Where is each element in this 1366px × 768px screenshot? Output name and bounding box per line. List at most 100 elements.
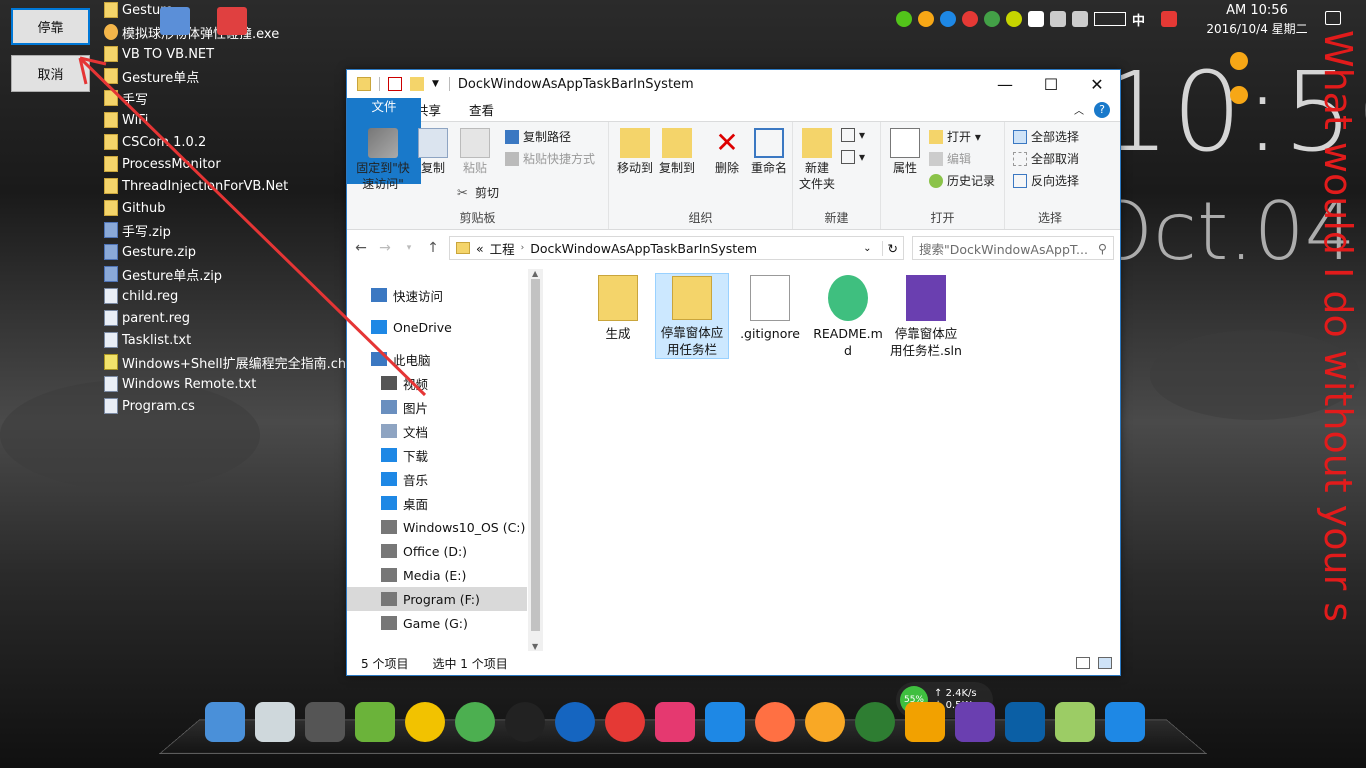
file-item[interactable]: 停靠窗体应用任务栏 [655,273,729,359]
computer-icon[interactable] [205,702,245,742]
desktop-item[interactable]: parent.reg [104,307,190,329]
shield-icon[interactable] [984,11,1000,27]
collapse-ribbon-icon[interactable]: ︿ [1074,102,1084,117]
file-item[interactable]: 生成 [581,273,655,359]
details-view-icon[interactable] [1076,657,1090,669]
vs-icon[interactable] [955,702,995,742]
nav-item[interactable]: 此电脑 [347,347,527,371]
nav-item[interactable]: 下载 [347,443,527,467]
nav-item[interactable]: 文档 [347,419,527,443]
cat-icon[interactable] [655,702,695,742]
breadcrumb-item[interactable]: DockWindowAsAppTaskBarInSystem [530,241,757,256]
ie-icon[interactable] [455,702,495,742]
new-item-button[interactable]: ▾ [841,128,865,142]
nav-item[interactable]: 桌面 [347,491,527,515]
nav-item[interactable]: Game (G:) [347,611,527,635]
atom-icon[interactable] [855,702,895,742]
nav-item[interactable]: 音乐 [347,467,527,491]
360-icon[interactable] [405,702,445,742]
desktop-item[interactable]: 手写 [104,87,148,109]
notification-icon[interactable] [1325,11,1341,25]
desktop-app-icon[interactable] [160,7,190,35]
recent-dropdown-icon[interactable]: ▾ [401,243,417,253]
copy-to-button[interactable]: 复制到 [657,128,697,176]
nav-item[interactable]: Windows10_OS (C:) [347,515,527,539]
nav-item[interactable]: 图片 [347,395,527,419]
ps-icon[interactable] [1005,702,1045,742]
address-bar[interactable]: « 工程 › DockWindowAsAppTaskBarInSystem ⌄ … [449,236,904,260]
open-button[interactable]: 打开 ▾ [929,128,981,145]
nav-item[interactable]: 视频 [347,371,527,395]
copy-button[interactable]: 复制 [413,128,453,176]
minimize-button[interactable]: — [982,70,1028,98]
qq-icon[interactable] [505,702,545,742]
ime-indicator[interactable]: 中 [1132,10,1145,29]
delete-button[interactable]: ✕ 删除 [707,128,747,176]
forward-arrow-icon[interactable]: → [377,240,393,256]
desktop-item[interactable]: WiFi [104,109,148,131]
navigation-scrollbar[interactable]: ▲ ▼ [528,269,543,651]
recycle-bin-icon[interactable] [255,702,295,742]
thunder-icon[interactable] [705,702,745,742]
kugou-icon[interactable] [555,702,595,742]
desktop-item[interactable]: child.reg [104,285,178,307]
address-dropdown-icon[interactable]: ⌄ [863,243,875,254]
dock-button[interactable]: 停靠 [11,8,90,45]
desktop-item[interactable]: Gesture单点.zip [104,263,222,285]
file-item[interactable]: 停靠窗体应用任务栏.sln [889,273,963,359]
firefox-icon[interactable] [755,702,795,742]
keyboard-icon[interactable] [1094,12,1126,26]
select-none-button[interactable]: 全部取消 [1013,150,1079,167]
properties-button[interactable]: 属性 [887,128,923,176]
file-item[interactable]: README.md [811,273,885,359]
cut-button[interactable]: ✂ 剪切 [457,184,499,201]
desktop-item[interactable]: Github [104,197,166,219]
new-folder-icon[interactable] [410,77,424,91]
desktop-item[interactable]: VB TO VB.NET [104,43,214,65]
desktop-item[interactable]: Gesture单点 [104,65,199,87]
breadcrumb-overflow[interactable]: « [476,241,484,256]
sogou-icon[interactable] [1161,11,1178,27]
battery-icon[interactable] [1028,11,1044,27]
cancel-button[interactable]: 取消 [11,55,90,92]
tray-app-icon[interactable] [962,11,978,27]
properties-icon[interactable] [388,77,402,91]
chrome-icon[interactable] [805,702,845,742]
easy-access-button[interactable]: ▾ [841,150,865,164]
desktop-item[interactable]: Windows Remote.txt [104,373,256,395]
help-icon[interactable]: ? [1094,101,1110,118]
nav-item[interactable]: OneDrive [347,315,527,339]
close-button[interactable]: ✕ [1074,70,1120,98]
breadcrumb-item[interactable]: 工程 [490,239,515,258]
wechat-icon[interactable] [896,11,912,27]
desktop-app-icon[interactable] [217,7,247,35]
desktop-item[interactable]: Tasklist.txt [104,329,191,351]
desktop-item[interactable]: ThreadInjectionForVB.Net [104,175,288,197]
paste-button[interactable]: 粘贴 [455,128,495,176]
new-folder-button[interactable]: 新建 文件夹 [797,128,837,192]
maximize-button[interactable]: ☐ [1028,70,1074,98]
desktop-item[interactable]: 手写.zip [104,219,171,241]
pin-quick-access-button[interactable]: 固定到"快速访问" [353,128,413,192]
desktop-item[interactable]: CSCom 1.0.2 [104,131,206,153]
copy-path-button[interactable]: 复制路径 [505,128,571,145]
nav-item[interactable]: 网络 [347,643,527,644]
box-icon[interactable] [905,702,945,742]
video-icon[interactable] [605,702,645,742]
up-arrow-icon[interactable]: ↑ [425,240,441,256]
rename-button[interactable]: 重命名 [749,128,789,176]
desktop-item[interactable]: 模拟球形物体弹性碰撞.exe [104,21,279,43]
paste-shortcut-button[interactable]: 粘贴快捷方式 [505,150,595,167]
tray-clock[interactable]: AM 10:56 2016/10/4 星期二 [1204,2,1310,38]
kugou-icon[interactable] [940,11,956,27]
select-all-button[interactable]: 全部选择 [1013,128,1079,145]
invert-selection-button[interactable]: 反向选择 [1013,172,1079,189]
tab-view[interactable]: 查看 [455,98,508,121]
scroll-up-icon[interactable]: ▲ [532,269,538,278]
quick-access-dropdown-icon[interactable]: ▼ [432,79,439,89]
large-icons-view-icon[interactable] [1098,657,1112,669]
file-item[interactable]: .gitignore [733,273,807,359]
refresh-icon[interactable]: ↻ [881,240,903,256]
move-to-button[interactable]: 移动到 [615,128,655,176]
desktop-item[interactable]: Gesture.zip [104,241,196,263]
